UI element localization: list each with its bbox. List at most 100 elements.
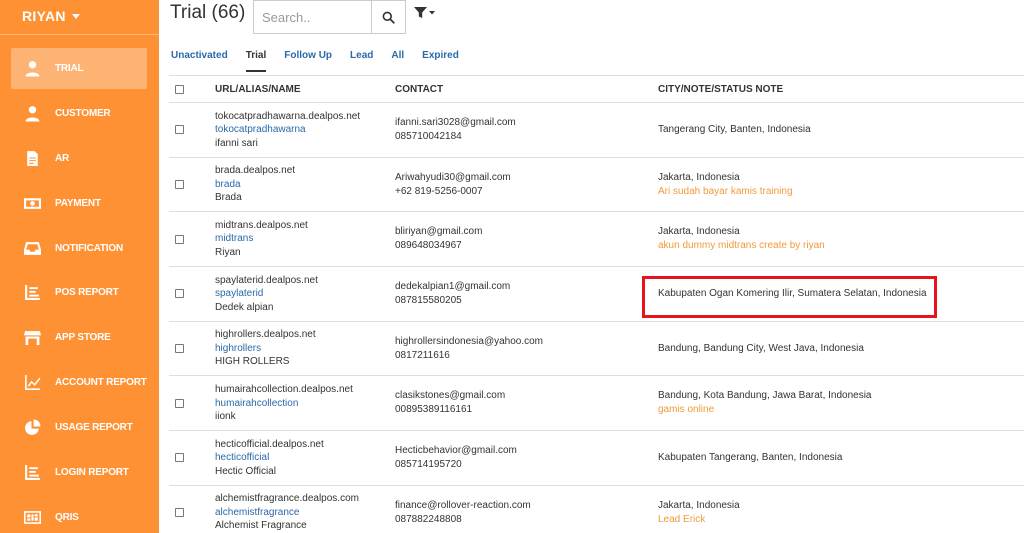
- row-select-cell: [169, 375, 215, 432]
- list-chart-icon: [23, 464, 41, 482]
- url-alias-name-cell: midtrans.dealpos.net midtrans Riyan: [215, 211, 395, 268]
- row-phone: 085714195720: [395, 458, 462, 470]
- row-checkbox[interactable]: [175, 234, 184, 244]
- contact-cell: Hecticbehavior@gmail.com 085714195720: [395, 430, 658, 486]
- row-alias-link[interactable]: midtrans: [215, 232, 395, 246]
- sidebar-item-label: TRIAL: [55, 63, 84, 74]
- column-header-contact[interactable]: CONTACT: [395, 75, 658, 103]
- row-email: Hecticbehavior@gmail.com: [395, 444, 517, 456]
- row-city: Tangerang City, Banten, Indonesia: [658, 123, 811, 135]
- tab-unactivated[interactable]: Unactivated: [171, 48, 228, 72]
- tab-all[interactable]: All: [391, 48, 404, 72]
- table-header-row: URL/ALIAS/NAME CONTACT CITY/NOTE/STATUS …: [169, 75, 1024, 103]
- sidebar-item-label: NOTIFICATION: [55, 242, 123, 254]
- row-select-cell: [169, 266, 215, 322]
- row-email: bliriyan@gmail.com: [395, 226, 483, 238]
- row-alias-link[interactable]: brada: [215, 178, 395, 192]
- contact-cell: clasikstones@gmail.com 00895389116161: [395, 375, 658, 432]
- row-name: HIGH ROLLERS: [215, 356, 290, 368]
- row-city: Bandung, Bandung City, West Java, Indone…: [658, 342, 864, 354]
- row-checkbox[interactable]: [175, 398, 184, 408]
- sidebar-item-app-store[interactable]: APP STORE: [11, 317, 147, 358]
- row-url: tokocatpradhawarna.dealpos.net: [215, 110, 361, 122]
- row-city: Jakarta, Indonesia: [658, 171, 740, 183]
- sidebar-item-label: PAYMENT: [55, 197, 101, 209]
- row-checkbox[interactable]: [175, 180, 184, 190]
- row-alias-link[interactable]: hecticofficial: [215, 451, 395, 465]
- row-checkbox[interactable]: [175, 289, 184, 299]
- row-email: Ariwahyudi30@gmail.com: [395, 171, 511, 183]
- user-icon: [23, 60, 41, 78]
- sidebar-item-trial[interactable]: TRIAL: [11, 48, 147, 89]
- row-alias-link[interactable]: alchemistfragrance: [215, 506, 395, 520]
- row-name: Brada: [215, 192, 242, 204]
- city-note-cell: Kabupaten Tangerang, Banten, Indonesia: [658, 430, 1024, 486]
- tab-lead[interactable]: Lead: [350, 48, 373, 72]
- row-alias-link[interactable]: humairahcollection: [215, 397, 395, 411]
- user-menu[interactable]: RIYAN: [22, 8, 80, 24]
- row-note: Lead Erick: [658, 513, 706, 525]
- row-url: spaylaterid.dealpos.net: [215, 274, 318, 286]
- row-select-cell: [169, 485, 215, 533]
- sidebar-nav: TRIAL CUSTOMER AR PAYMENT NOTIFICATION POS RE…: [11, 48, 147, 533]
- sidebar-item-account-report[interactable]: ACCOUNT REPORT: [11, 362, 147, 403]
- table-row: tokocatpradhawarna.dealpos.net tokocatpra…: [169, 102, 1024, 158]
- contact-cell: dedekalpian1@gmail.com 087815580205: [395, 266, 658, 322]
- main-content: Trial (66) Unactivated Trial Follow Up Lead…: [159, 0, 1024, 533]
- select-all-checkbox[interactable]: [175, 84, 184, 94]
- search-input[interactable]: [253, 0, 373, 34]
- sidebar-item-label: POS REPORT: [55, 287, 119, 299]
- select-all-cell: [169, 75, 215, 103]
- sidebar-item-notification[interactable]: NOTIFICATION: [11, 228, 147, 269]
- sidebar: RIYAN TRIAL CUSTOMER AR PAYMENT NOTIFICATION…: [0, 0, 159, 533]
- sidebar-item-payment[interactable]: PAYMENT: [11, 183, 147, 224]
- row-url: brada.dealpos.net: [215, 165, 296, 177]
- pie-chart-icon: [23, 419, 41, 437]
- sidebar-item-qris[interactable]: QRIS: [11, 497, 147, 533]
- city-note-cell: Bandung, Bandung City, West Java, Indone…: [658, 321, 1024, 377]
- table-row: spaylaterid.dealpos.net spaylaterid Dedek …: [169, 266, 1024, 322]
- table-row: brada.dealpos.net brada Brada Ariwahyudi30@…: [169, 157, 1024, 213]
- column-header-city[interactable]: CITY/NOTE/STATUS NOTE: [658, 75, 1024, 103]
- table-row: humairahcollection.dealpos.net humairahco…: [169, 375, 1024, 432]
- sidebar-divider: [0, 34, 159, 35]
- row-alias-link[interactable]: spaylaterid: [215, 287, 395, 301]
- row-phone: 087815580205: [395, 294, 462, 306]
- row-checkbox[interactable]: [175, 125, 184, 135]
- column-header-url[interactable]: URL/ALIAS/NAME: [215, 75, 395, 103]
- row-email: clasikstones@gmail.com: [395, 390, 506, 402]
- row-checkbox[interactable]: [175, 508, 184, 518]
- row-alias-link[interactable]: tokocatpradhawarna: [215, 123, 395, 137]
- caret-down-icon: [71, 14, 80, 19]
- row-phone: 0817211616: [395, 349, 450, 361]
- sidebar-item-pos-report[interactable]: POS REPORT: [11, 272, 147, 313]
- filter-button[interactable]: [414, 5, 436, 21]
- city-note-cell: Jakarta, Indonesia Ari sudah bayar kamis …: [658, 157, 1024, 213]
- qris-icon: [23, 508, 41, 526]
- tab-trial[interactable]: Trial: [245, 48, 267, 72]
- document-icon: [23, 149, 41, 167]
- row-url: highrollers.dealpos.net: [215, 329, 316, 341]
- sidebar-item-login-report[interactable]: LOGIN REPORT: [11, 452, 147, 493]
- page-title: Trial (66): [170, 2, 246, 23]
- sidebar-item-usage-report[interactable]: USAGE REPORT: [11, 407, 147, 448]
- row-name: ifanni sari: [215, 137, 258, 149]
- contact-cell: highrollersindonesia@yahoo.com 0817211616: [395, 321, 658, 377]
- sidebar-item-ar[interactable]: AR: [11, 138, 147, 179]
- row-select-cell: [169, 321, 215, 377]
- row-note: akun dummy midtrans create by riyan: [658, 240, 825, 252]
- search-button[interactable]: [371, 0, 406, 34]
- row-alias-link[interactable]: highrollers: [215, 342, 395, 356]
- tab-follow-up[interactable]: Follow Up: [284, 48, 332, 72]
- row-email: finance@rollover-reaction.com: [395, 499, 531, 511]
- row-name: Hectic Official: [215, 465, 276, 477]
- inbox-icon: [23, 239, 41, 257]
- tab-expired[interactable]: Expired: [422, 48, 459, 72]
- sidebar-item-customer[interactable]: CUSTOMER: [11, 93, 147, 134]
- row-checkbox[interactable]: [175, 453, 184, 463]
- row-select-cell: [169, 211, 215, 268]
- money-icon: [23, 194, 41, 212]
- url-alias-name-cell: alchemistfragrance.dealpos.com alchemistf…: [215, 485, 395, 533]
- row-checkbox[interactable]: [175, 344, 184, 354]
- row-phone: 087882248808: [395, 513, 462, 525]
